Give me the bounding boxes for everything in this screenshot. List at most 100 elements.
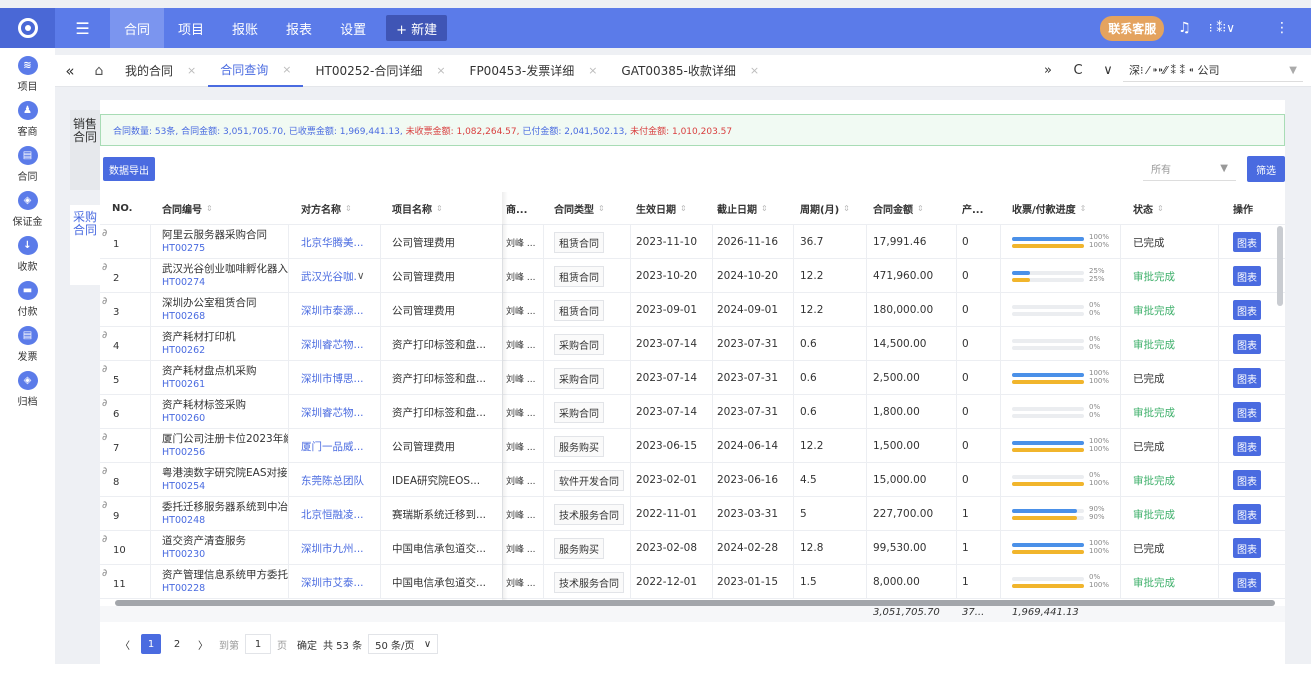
export-button[interactable]: 数据导出	[103, 157, 155, 181]
column-header[interactable]: 收票/付款进度 ⇕	[1012, 192, 1122, 225]
contract-cell[interactable]: 资产耗材标签采购 HT00260	[162, 395, 288, 429]
page-size-select[interactable]: 50 条/页 ∨	[368, 634, 439, 654]
table-row[interactable]: ∂ 11 资产管理信息系统甲方委托 HT00228 深圳市艾泰... 中国电信承包道交..…	[100, 565, 1285, 599]
column-header[interactable]: 项目名称 ⇕	[392, 192, 498, 225]
sort-icon[interactable]: ⇕	[436, 204, 443, 213]
sort-icon[interactable]: ⇕	[345, 204, 352, 213]
tab-invoice-detail[interactable]: FP00453-发票详细 ×	[458, 55, 610, 87]
contract-code[interactable]: HT00254	[162, 480, 205, 493]
forward-icon[interactable]: »	[1033, 63, 1063, 78]
party-name[interactable]: 深圳市九州...	[301, 531, 377, 565]
contract-code[interactable]: HT00228	[162, 582, 205, 595]
close-icon[interactable]: ×	[282, 63, 291, 76]
user-menu[interactable]: ⁝ ⁑⁝∨	[1209, 21, 1235, 35]
party-name[interactable]: 厦门一品威...	[301, 429, 377, 463]
chart-button[interactable]: 图表	[1233, 300, 1261, 320]
chart-button[interactable]: 图表	[1233, 504, 1261, 524]
chevron-down-icon[interactable]: ∨	[1093, 63, 1123, 78]
contract-cell[interactable]: 资产管理信息系统甲方委托 HT00228	[162, 565, 288, 599]
bell-icon[interactable]: ♫	[1178, 20, 1191, 36]
link-icon[interactable]: ∂	[102, 228, 107, 239]
goto-page-input[interactable]: 1	[245, 634, 271, 654]
close-icon[interactable]: ×	[187, 64, 196, 77]
home-icon[interactable]: ⌂	[85, 63, 113, 79]
party-name[interactable]: 深圳睿芯物...	[301, 395, 377, 429]
table-row[interactable]: ∂ 7 厦门公司注册卡位2023年續 HT00256 厦门一品威... 公司管理费用 刘峰 …	[100, 429, 1285, 463]
new-button[interactable]: + 新建	[386, 15, 448, 41]
rail-item-archive[interactable]: ◈ 归档	[0, 363, 55, 408]
column-header[interactable]: 周期(月) ⇕	[800, 192, 860, 225]
tab-my-contract[interactable]: 我的合同 ×	[113, 55, 208, 87]
chart-button[interactable]: 图表	[1233, 402, 1261, 422]
more-icon[interactable]: ⋮	[1275, 20, 1289, 36]
filter-select[interactable]: 所有 ▼	[1143, 157, 1236, 181]
page-1-button[interactable]: 1	[141, 634, 161, 654]
rail-item-invoice[interactable]: ▤ 发票	[0, 318, 55, 363]
party-name[interactable]: 深圳市泰源...	[301, 293, 377, 327]
table-row[interactable]: ∂ 9 委托迁移服务器系统到中冶 HT00248 北京恒融凌... 赛瑞斯系统迁移到...…	[100, 497, 1285, 531]
rail-item-project[interactable]: ≋ 项目	[0, 48, 55, 93]
link-icon[interactable]: ∂	[102, 534, 107, 545]
table-row[interactable]: ∂ 10 道交资产清查服务 HT00230 深圳市九州... 中国电信承包道交... 刘峰 …	[100, 531, 1285, 565]
side-tab-purchase[interactable]: 采购合同	[70, 205, 100, 285]
contract-cell[interactable]: 深圳办公室租赁合同 HT00268	[162, 293, 288, 327]
link-icon[interactable]: ∂	[102, 296, 107, 307]
page-2-button[interactable]: 2	[167, 634, 187, 654]
contract-cell[interactable]: 道交资产清查服务 HT00230	[162, 531, 288, 565]
chart-button[interactable]: 图表	[1233, 436, 1261, 456]
refresh-icon[interactable]: C	[1063, 63, 1093, 78]
nav-settings[interactable]: 设置	[326, 8, 380, 48]
tab-receipt-detail[interactable]: GAT00385-收款详细 ×	[609, 55, 771, 87]
sort-icon[interactable]: ⇕	[680, 204, 687, 213]
app-logo[interactable]	[0, 8, 55, 48]
rail-item-contract[interactable]: ▤ 合同	[0, 138, 55, 183]
table-row[interactable]: ∂ 5 资产耗材盘点机采购 HT00261 深圳市博思... 资产打印标签和盘... 刘峰 …	[100, 361, 1285, 395]
vertical-scrollbar[interactable]	[1277, 226, 1283, 306]
close-icon[interactable]: ×	[750, 64, 759, 77]
column-header[interactable]: 截止日期 ⇕	[717, 192, 787, 225]
sort-icon[interactable]: ⇕	[1080, 204, 1087, 213]
rail-item-merchant[interactable]: ♟ 客商	[0, 93, 55, 138]
sort-icon[interactable]: ⇕	[598, 204, 605, 213]
side-tab-sales[interactable]: 销售合同	[70, 110, 100, 190]
nav-report[interactable]: 报表	[272, 8, 326, 48]
chart-button[interactable]: 图表	[1233, 334, 1261, 354]
contract-cell[interactable]: 厦门公司注册卡位2023年續 HT00256	[162, 429, 288, 463]
collapse-icon[interactable]: «	[55, 62, 85, 80]
contract-cell[interactable]: 粤港澳数字研究院EAS对接 HT00254	[162, 463, 288, 497]
sort-icon[interactable]: ⇕	[917, 204, 924, 213]
column-header[interactable]: 合同金额 ⇕	[873, 192, 949, 225]
contract-code[interactable]: HT00275	[162, 242, 205, 255]
nav-contract[interactable]: 合同	[110, 8, 165, 48]
party-name[interactable]: 北京恒融凌...	[301, 497, 377, 531]
next-page-button[interactable]: 〉	[193, 634, 213, 654]
chart-button[interactable]: 图表	[1233, 470, 1261, 490]
table-row[interactable]: ∂ 3 深圳办公室租赁合同 HT00268 深圳市泰源... 公司管理费用 刘峰 ... 租赁…	[100, 293, 1285, 327]
tab-contract-detail[interactable]: HT00252-合同详细 ×	[303, 55, 457, 87]
link-icon[interactable]: ∂	[102, 500, 107, 511]
contract-code[interactable]: HT00260	[162, 412, 205, 425]
link-icon[interactable]: ∂	[102, 466, 107, 477]
sort-icon[interactable]: ⇕	[206, 204, 213, 213]
table-row[interactable]: ∂ 4 资产耗材打印机 HT00262 深圳睿芯物... 资产打印标签和盘... 刘峰 ..…	[100, 327, 1285, 361]
contract-cell[interactable]: 阿里云服务器采购合同 HT00275	[162, 225, 288, 259]
party-name[interactable]: 东莞陈总团队	[301, 463, 377, 497]
chart-button[interactable]: 图表	[1233, 232, 1261, 252]
contract-code[interactable]: HT00268	[162, 310, 205, 323]
table-row[interactable]: ∂ 2 武汉光谷创业咖啡孵化器入 HT00274 武汉光谷咖. ∨ 公司管理费用 刘峰 ..…	[100, 259, 1285, 293]
column-header[interactable]: 合同编号 ⇕	[162, 192, 288, 225]
party-name[interactable]: 武汉光谷咖. ∨	[301, 259, 377, 293]
contract-cell[interactable]: 武汉光谷创业咖啡孵化器入 HT00274	[162, 259, 288, 293]
filter-button[interactable]: 筛选	[1247, 156, 1285, 182]
party-name[interactable]: 北京华腾美...	[301, 225, 377, 259]
chart-button[interactable]: 图表	[1233, 572, 1261, 592]
company-select[interactable]: 深⁝ ⁄ ⁍⁍⁄⁄ ⁑ ⁑ ⁌ 公司 ▼	[1123, 60, 1303, 82]
rail-item-payment[interactable]: ▬ 付款	[0, 273, 55, 318]
contract-code[interactable]: HT00230	[162, 548, 205, 561]
link-icon[interactable]: ∂	[102, 262, 107, 273]
table-row[interactable]: ∂ 8 粤港澳数字研究院EAS对接 HT00254 东莞陈总团队 IDEA研究院EOS..…	[100, 463, 1285, 497]
link-icon[interactable]: ∂	[102, 398, 107, 409]
chart-button[interactable]: 图表	[1233, 538, 1261, 558]
column-header[interactable]: 状态 ⇕	[1133, 192, 1213, 225]
close-icon[interactable]: ×	[436, 64, 445, 77]
